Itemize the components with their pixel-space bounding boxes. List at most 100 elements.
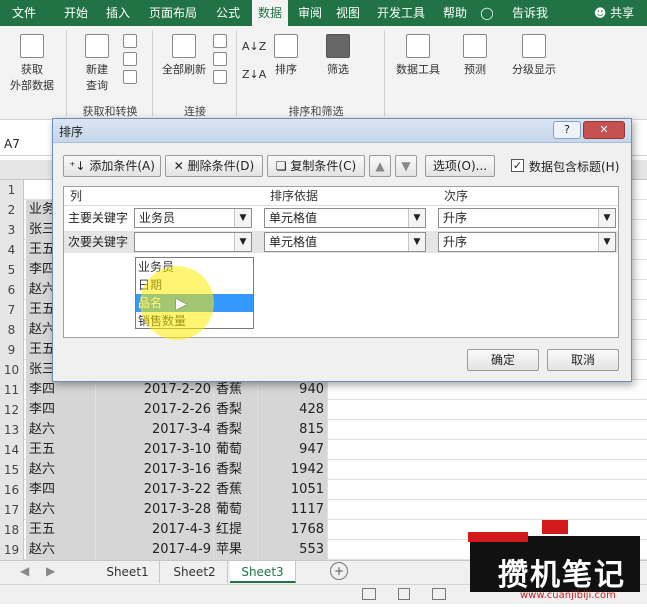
cell[interactable]: 葡萄 <box>214 500 258 520</box>
secondary-column-select[interactable]: ▼ <box>134 232 252 252</box>
cell[interactable]: 940 <box>258 380 328 400</box>
data-tools-button[interactable]: 数据工具 <box>390 34 446 77</box>
cell[interactable]: 2017-3-28 <box>96 500 214 520</box>
cell[interactable]: 王五 <box>26 520 96 540</box>
row-number[interactable]: 6 <box>0 280 24 300</box>
tab-file[interactable]: 文件 <box>4 0 44 26</box>
cell[interactable]: 苹果 <box>214 540 258 560</box>
sort-az-icon[interactable]: A↓Z <box>242 40 266 53</box>
cell[interactable]: 李四 <box>26 480 96 500</box>
cell[interactable]: 2017-3-22 <box>96 480 214 500</box>
tab-help[interactable]: 帮助 <box>438 0 472 26</box>
row-number[interactable]: 5 <box>0 260 24 280</box>
cell[interactable]: 2017-3-4 <box>96 420 214 440</box>
add-sheet-icon[interactable]: + <box>330 562 348 580</box>
row-number[interactable]: 18 <box>0 520 24 540</box>
cell[interactable]: 1942 <box>258 460 328 480</box>
row-number[interactable]: 9 <box>0 340 24 360</box>
primary-order-select[interactable]: 升序 ▼ <box>438 208 616 228</box>
cell[interactable]: 815 <box>258 420 328 440</box>
row-number[interactable]: 14 <box>0 440 24 460</box>
cell[interactable]: 李四 <box>26 400 96 420</box>
get-external-data-button[interactable]: 获取 外部数据 <box>4 34 60 93</box>
row-number[interactable]: 1 <box>0 180 24 200</box>
add-level-button[interactable]: ⁺↓ 添加条件(A) <box>63 155 161 177</box>
sort-button[interactable]: 排序 <box>268 34 304 77</box>
options-button[interactable]: 选项(O)... <box>425 155 495 177</box>
row-number[interactable]: 11 <box>0 380 24 400</box>
normal-view-icon[interactable] <box>362 588 376 600</box>
tab-developer[interactable]: 开发工具 <box>370 0 432 26</box>
refresh-all-button[interactable]: 全部刷新 <box>156 34 212 77</box>
cell[interactable]: 1051 <box>258 480 328 500</box>
ok-button[interactable]: 确定 <box>467 349 539 371</box>
row-number[interactable]: 2 <box>0 200 24 220</box>
row-number[interactable]: 7 <box>0 300 24 320</box>
delete-level-button[interactable]: ✕ 删除条件(D) <box>165 155 263 177</box>
page-break-view-icon[interactable] <box>432 588 446 600</box>
row-number[interactable]: 17 <box>0 500 24 520</box>
secondary-order-select[interactable]: 升序 ▼ <box>438 232 616 252</box>
secondary-sort-on-select[interactable]: 单元格值 ▼ <box>264 232 426 252</box>
cell[interactable]: 2017-2-20 <box>96 380 214 400</box>
row-number[interactable]: 4 <box>0 240 24 260</box>
primary-sort-on-select[interactable]: 单元格值 ▼ <box>264 208 426 228</box>
sort-za-icon[interactable]: Z↓A <box>242 68 266 81</box>
sheet-tab-3[interactable]: Sheet3 <box>230 561 296 583</box>
cell[interactable]: 李四 <box>26 380 96 400</box>
cell[interactable]: 2017-2-26 <box>96 400 214 420</box>
cell[interactable]: 2017-3-16 <box>96 460 214 480</box>
copy-level-button[interactable]: ❏ 复制条件(C) <box>267 155 365 177</box>
tab-insert[interactable]: 插入 <box>100 0 136 26</box>
cell[interactable]: 2017-4-9 <box>96 540 214 560</box>
row-number[interactable]: 12 <box>0 400 24 420</box>
cell[interactable]: 553 <box>258 540 328 560</box>
cell[interactable]: 428 <box>258 400 328 420</box>
cell[interactable]: 赵六 <box>26 540 96 560</box>
sheet-tab-1[interactable]: Sheet1 <box>96 561 160 583</box>
help-button[interactable]: ? <box>553 121 581 139</box>
cell[interactable]: 红提 <box>214 520 258 540</box>
next-sheet-icon[interactable]: ▶ <box>46 564 55 578</box>
cell[interactable]: 1117 <box>258 500 328 520</box>
row-number[interactable]: 8 <box>0 320 24 340</box>
cell[interactable]: 香梨 <box>214 400 258 420</box>
cell[interactable]: 2017-4-3 <box>96 520 214 540</box>
tell-me-box[interactable]: 告诉我 <box>504 0 556 26</box>
cell[interactable]: 赵六 <box>26 460 96 480</box>
show-queries-icon[interactable] <box>122 34 138 87</box>
tab-page-layout[interactable]: 页面布局 <box>142 0 204 26</box>
cancel-button[interactable]: 取消 <box>547 349 619 371</box>
row-number[interactable]: 19 <box>0 540 24 560</box>
cell[interactable]: 赵六 <box>26 500 96 520</box>
prev-sheet-icon[interactable]: ◀ <box>20 564 29 578</box>
cell[interactable]: 2017-3-10 <box>96 440 214 460</box>
row-number[interactable]: 15 <box>0 460 24 480</box>
new-query-button[interactable]: 新建 查询 <box>72 34 122 93</box>
tab-review[interactable]: 审阅 <box>294 0 326 26</box>
forecast-button[interactable]: 预测 <box>452 34 498 77</box>
row-number[interactable]: 16 <box>0 480 24 500</box>
outline-button[interactable]: 分级显示 <box>506 34 562 77</box>
primary-column-select[interactable]: 业务员 ▼ <box>134 208 252 228</box>
tab-data[interactable]: 数据 <box>252 0 288 26</box>
connections-icon[interactable] <box>212 34 228 87</box>
filter-button[interactable]: 筛选 <box>316 34 360 77</box>
has-headers-checkbox[interactable]: ✓ <box>511 159 524 172</box>
sheet-tab-2[interactable]: Sheet2 <box>162 561 228 583</box>
name-box[interactable]: A7 <box>4 134 48 154</box>
move-up-button[interactable]: ▲ <box>369 155 391 177</box>
row-number[interactable]: 13 <box>0 420 24 440</box>
cell[interactable]: 香梨 <box>214 420 258 440</box>
cell[interactable]: 947 <box>258 440 328 460</box>
cell[interactable]: 香蕉 <box>214 480 258 500</box>
cell[interactable]: 香蕉 <box>214 380 258 400</box>
cell[interactable]: 赵六 <box>26 420 96 440</box>
tab-view[interactable]: 视图 <box>332 0 364 26</box>
tab-home[interactable]: 开始 <box>58 0 94 26</box>
cell[interactable]: 香梨 <box>214 460 258 480</box>
cell[interactable]: 葡萄 <box>214 440 258 460</box>
tab-formulas[interactable]: 公式 <box>210 0 246 26</box>
close-button[interactable]: ✕ <box>583 121 625 139</box>
row-number[interactable]: 10 <box>0 360 24 380</box>
